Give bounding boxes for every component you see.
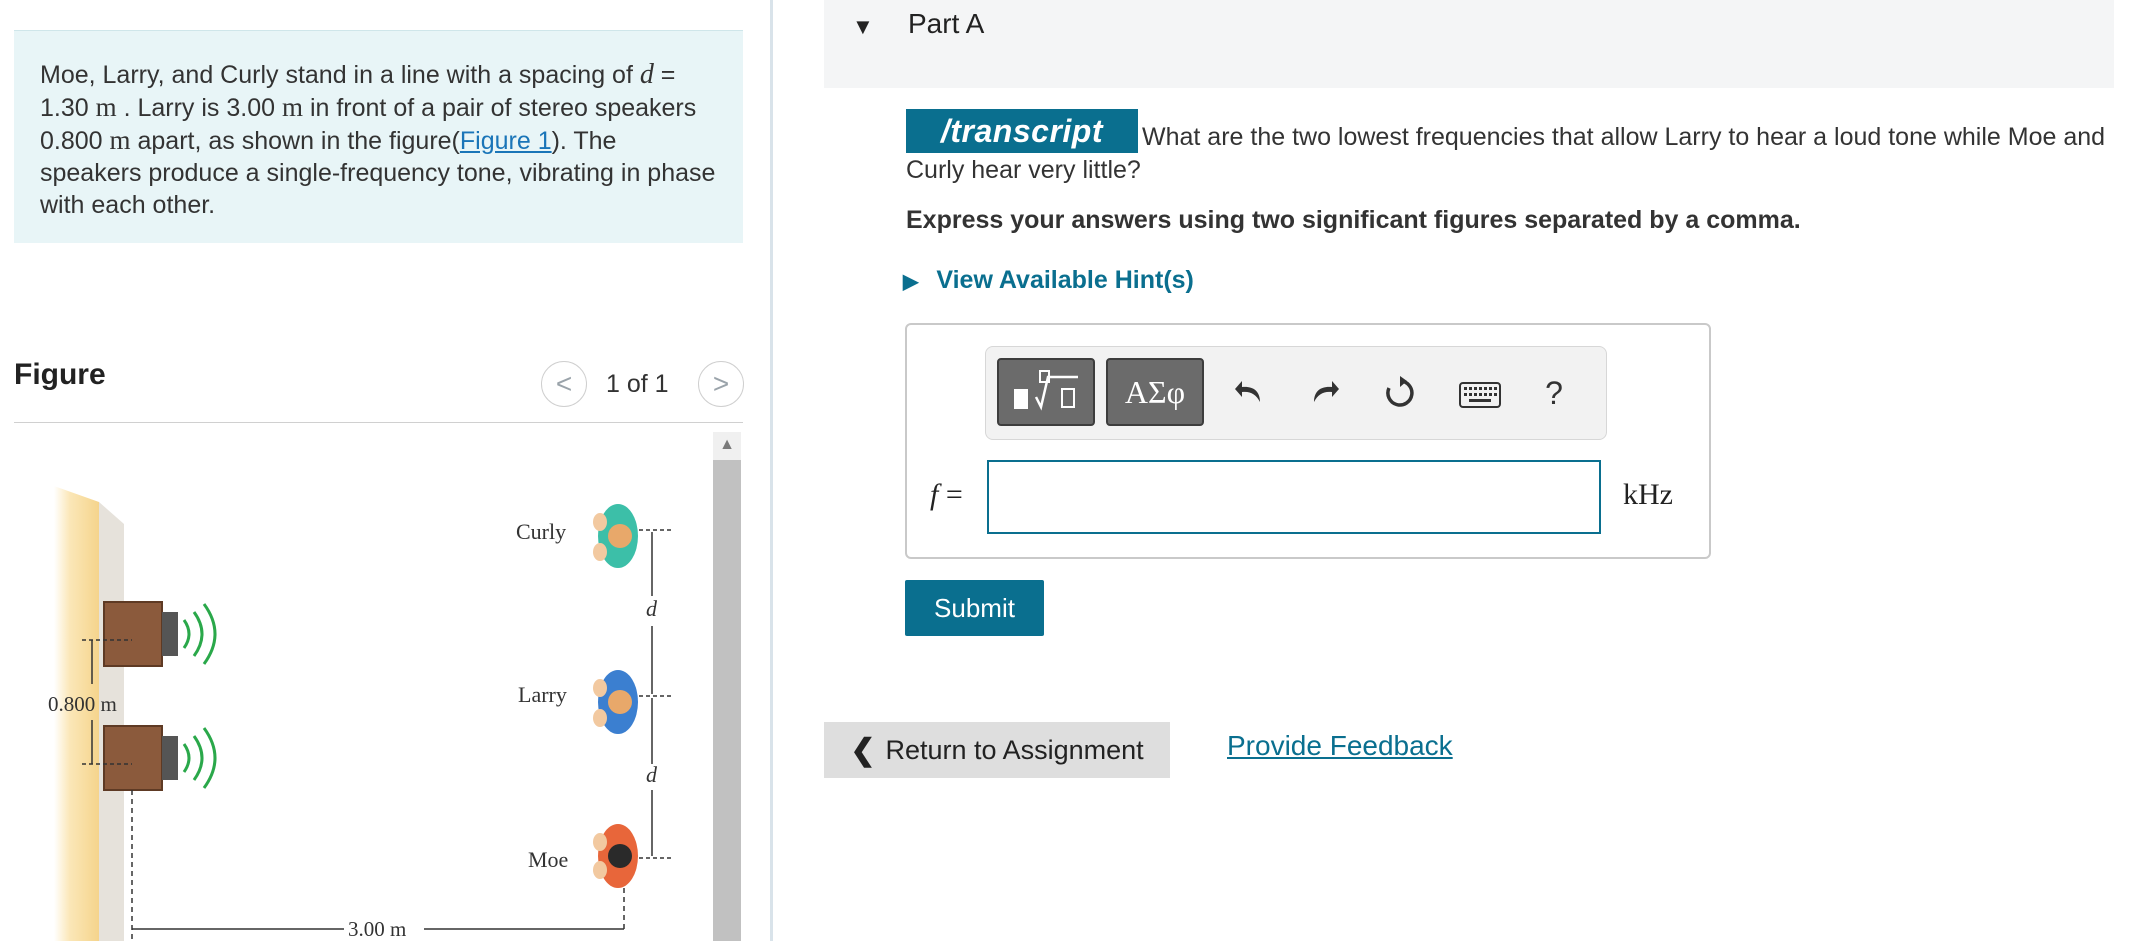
figure-link[interactable]: Figure 1: [460, 127, 552, 155]
speaker-gap-label: 0.800 m: [48, 692, 117, 716]
figure-divider: [14, 422, 743, 423]
problem-unit: m: [281, 92, 303, 122]
submit-button[interactable]: Submit: [905, 580, 1044, 636]
part-a-header[interactable]: [824, 0, 2114, 88]
figure-prev-button[interactable]: <: [541, 361, 587, 407]
answer-variable-label: f =: [930, 478, 963, 512]
fraction-root-icon: [1014, 370, 1078, 411]
problem-text-1: Moe, Larry, and Curly stand in a line wi…: [40, 61, 640, 89]
problem-statement-box: Moe, Larry, and Curly stand in a line wi…: [14, 30, 743, 243]
figure-counter: 1 of 1: [606, 370, 669, 398]
caret-right-icon: ▶: [903, 271, 919, 293]
problem-text-5: apart, as shown in the figure(: [130, 127, 460, 155]
chevron-left-icon: ❮: [850, 733, 876, 767]
templates-button[interactable]: [997, 358, 1095, 426]
column-divider: [770, 0, 773, 941]
answer-input[interactable]: [987, 460, 1601, 534]
help-label: ?: [1545, 374, 1563, 411]
return-label: Return to Assignment: [885, 734, 1144, 765]
problem-text-3: . Larry is 3.00: [116, 94, 282, 122]
moe-label: Moe: [528, 847, 568, 872]
view-hints-link[interactable]: ▶ View Available Hint(s): [903, 266, 1194, 295]
figure-illustration: 0.800 m 3.00 m Curly Larry Moe d d: [48, 486, 674, 941]
greek-symbols-button[interactable]: ΑΣφ: [1106, 358, 1204, 426]
reset-icon[interactable]: [1381, 374, 1419, 412]
keyboard-icon[interactable]: [1458, 380, 1502, 410]
part-a-title[interactable]: Part A: [908, 8, 984, 40]
curly-label: Curly: [516, 519, 566, 544]
answer-instructions: Express your answers using two significa…: [906, 206, 1801, 234]
provide-feedback-link[interactable]: Provide Feedback: [1227, 730, 1453, 762]
hint-label: View Available Hint(s): [936, 266, 1194, 294]
distance-label: 3.00 m: [348, 917, 406, 941]
d-label-bottom: d: [646, 762, 658, 787]
problem-unit: m: [95, 92, 117, 122]
room-floor: [109, 494, 314, 941]
moe-figure: [593, 824, 638, 888]
scroll-up-arrow-icon[interactable]: ▲: [713, 432, 741, 458]
redo-icon[interactable]: [1306, 374, 1342, 410]
figure-scrollbar-thumb[interactable]: [713, 460, 741, 941]
curly-figure: [593, 504, 638, 568]
larry-label: Larry: [518, 682, 567, 707]
figure-next-button[interactable]: >: [698, 361, 744, 407]
undo-icon[interactable]: [1232, 374, 1268, 410]
d-label-top: d: [646, 596, 658, 621]
figure-title: Figure: [14, 358, 106, 391]
answer-unit: kHz: [1623, 478, 1673, 511]
variable-f: f: [930, 478, 939, 511]
greek-label: ΑΣφ: [1124, 373, 1186, 410]
larry-figure: [593, 670, 638, 734]
return-to-assignment-button[interactable]: ❮ Return to Assignment: [824, 722, 1170, 778]
caret-down-icon[interactable]: ▼: [852, 14, 874, 40]
transcript-badge[interactable]: /transcript: [906, 109, 1138, 153]
problem-statement: Moe, Larry, and Curly stand in a line wi…: [40, 59, 720, 221]
problem-var-d: d: [639, 59, 654, 90]
help-icon[interactable]: ?: [1540, 374, 1568, 412]
chevron-right-icon: >: [712, 368, 730, 399]
wall-face: [99, 502, 124, 941]
problem-unit: m: [109, 125, 131, 155]
chevron-left-icon: <: [555, 368, 573, 399]
equals-sign: =: [945, 478, 963, 511]
